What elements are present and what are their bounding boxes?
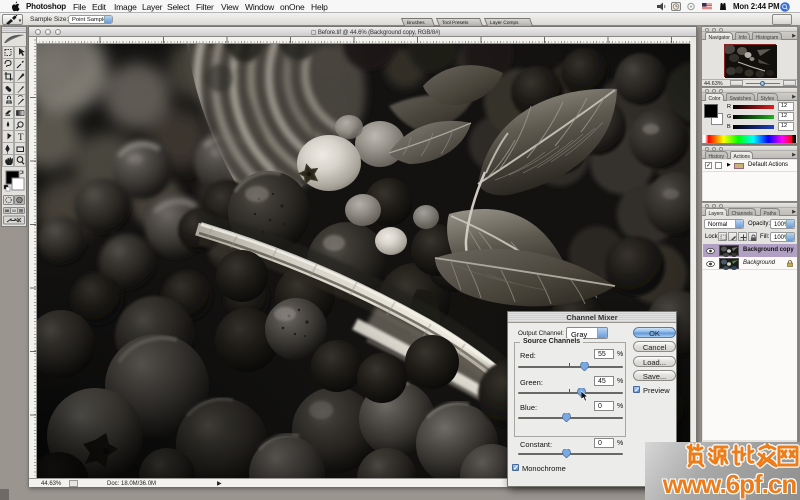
svg-text:T: T	[18, 132, 24, 142]
